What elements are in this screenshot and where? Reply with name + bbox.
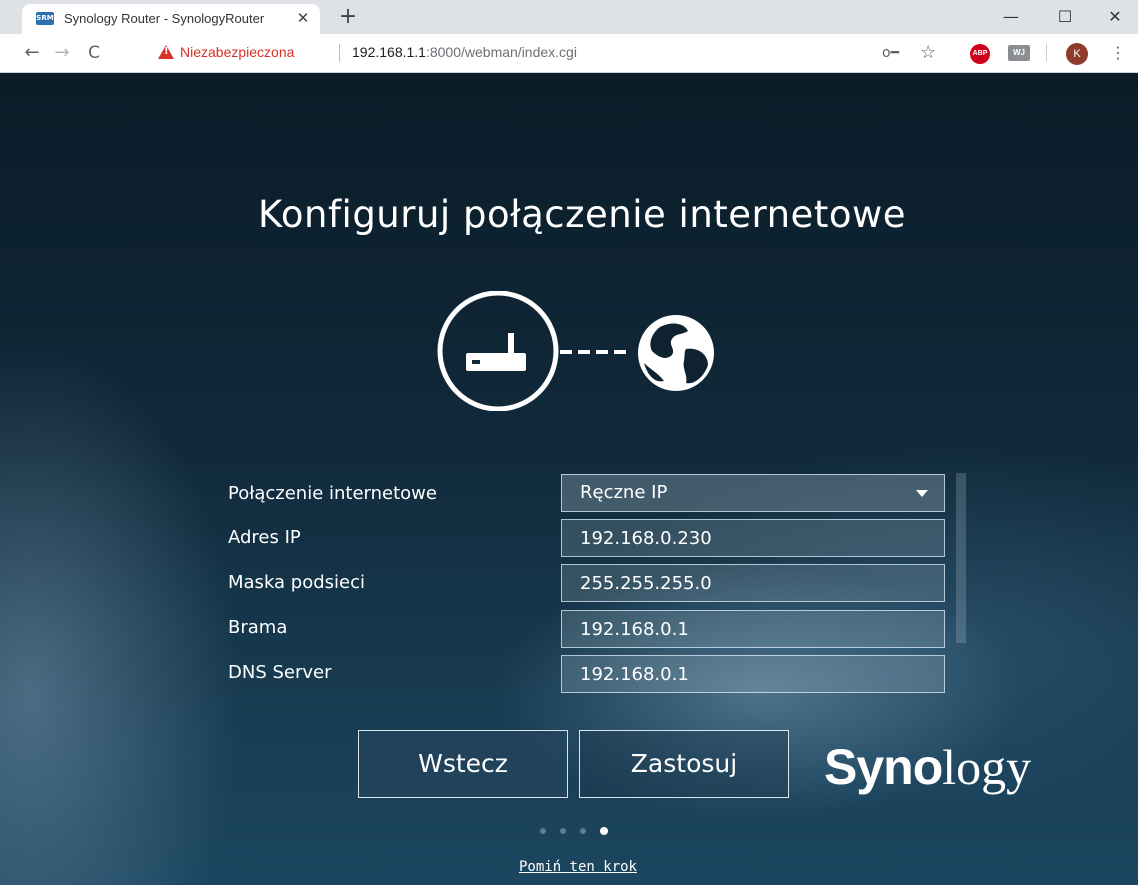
reload-icon[interactable]: C xyxy=(82,41,106,65)
synology-logo: Synology xyxy=(824,738,1031,796)
new-tab-button[interactable]: + xyxy=(336,6,360,30)
toolbar-separator xyxy=(1046,44,1047,62)
back-button[interactable]: Wstecz xyxy=(358,730,568,798)
skip-step-link[interactable]: Pomiń ten krok xyxy=(0,859,1138,875)
logo-rest-part: logy xyxy=(942,739,1032,795)
dns-server-input[interactable] xyxy=(561,655,945,693)
router-icon xyxy=(437,291,559,411)
back-arrow-icon[interactable]: ← xyxy=(20,41,44,65)
ip-address-input[interactable] xyxy=(561,519,945,557)
url-path: :8000/webman/index.cgi xyxy=(425,44,577,60)
connection-type-select[interactable]: Ręczne IP xyxy=(561,474,945,512)
minimize-button[interactable]: — xyxy=(988,4,1034,30)
tab-close-icon[interactable]: ✕ xyxy=(294,9,312,27)
browser-tab[interactable]: SRM Synology Router - SynologyRouter ✕ xyxy=(22,4,320,34)
tab-title: Synology Router - SynologyRouter xyxy=(64,11,265,26)
gateway-input[interactable] xyxy=(561,610,945,648)
subnet-mask-label: Maska podsieci xyxy=(228,572,366,593)
gateway-label: Brama xyxy=(228,617,288,638)
dns-server-label: DNS Server xyxy=(228,662,332,683)
browser-tab-bar: SRM Synology Router - SynologyRouter ✕ +… xyxy=(0,0,1138,34)
profile-avatar[interactable]: K xyxy=(1066,43,1088,65)
extension-icon[interactable]: WJ xyxy=(1008,45,1030,61)
key-icon[interactable]: o━ xyxy=(882,45,899,61)
apply-button[interactable]: Zastosuj xyxy=(579,730,789,798)
step-dot xyxy=(540,828,546,834)
adblock-icon[interactable]: ABP xyxy=(970,44,990,64)
ip-address-label: Adres IP xyxy=(228,527,301,548)
select-caret-icon xyxy=(916,490,928,497)
url-host: 192.168.1.1 xyxy=(352,44,426,60)
globe-icon xyxy=(638,315,714,391)
logo-bold-part: Syno xyxy=(824,739,943,795)
step-dot xyxy=(560,828,566,834)
setup-wizard-page: Konfiguruj połączenie internetowe Połącz… xyxy=(0,73,1138,885)
step-indicator xyxy=(540,826,620,836)
star-icon[interactable]: ☆ xyxy=(920,42,936,63)
connection-diagram xyxy=(437,291,714,411)
subnet-mask-input[interactable] xyxy=(561,564,945,602)
url-separator xyxy=(339,44,340,62)
security-status[interactable]: Niezabezpieczona xyxy=(180,44,294,60)
form-scrollbar[interactable] xyxy=(956,473,966,643)
step-dot xyxy=(600,827,608,835)
forward-arrow-icon[interactable]: → xyxy=(50,41,74,65)
synology-favicon-icon: SRM xyxy=(36,12,54,25)
menu-icon[interactable]: ⋮ xyxy=(1110,43,1126,62)
close-window-button[interactable]: ✕ xyxy=(1092,4,1138,30)
connection-type-value: Ręczne IP xyxy=(580,482,668,503)
connection-type-label: Połączenie internetowe xyxy=(228,483,437,504)
step-dot xyxy=(580,828,586,834)
page-title: Konfiguruj połączenie internetowe xyxy=(258,193,906,236)
address-bar: ← → C Niezabezpieczona 192.168.1.1:8000/… xyxy=(0,34,1138,73)
url-text[interactable]: 192.168.1.1:8000/webman/index.cgi xyxy=(352,44,577,60)
warning-icon[interactable] xyxy=(158,45,174,59)
maximize-button[interactable]: ☐ xyxy=(1042,4,1088,30)
